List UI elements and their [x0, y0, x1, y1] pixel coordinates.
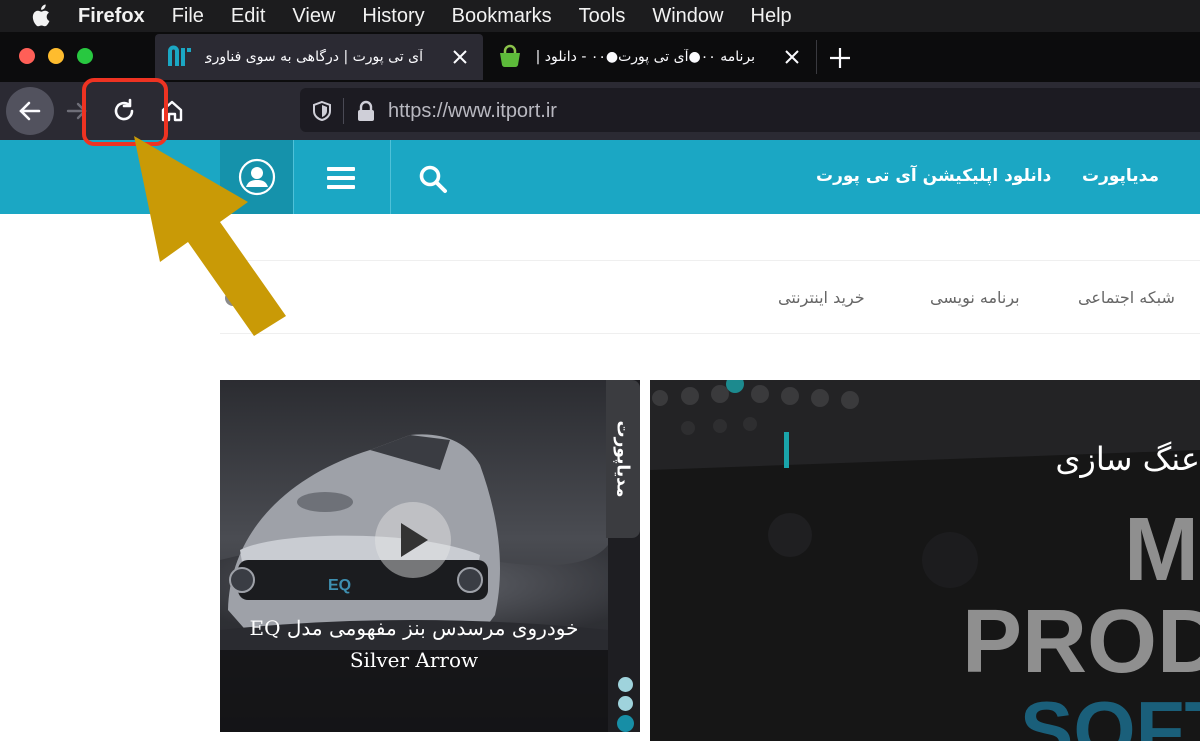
screen: Firefox File Edit View History Bookmarks… — [0, 0, 1200, 741]
annotation-arrow-icon — [134, 136, 286, 336]
